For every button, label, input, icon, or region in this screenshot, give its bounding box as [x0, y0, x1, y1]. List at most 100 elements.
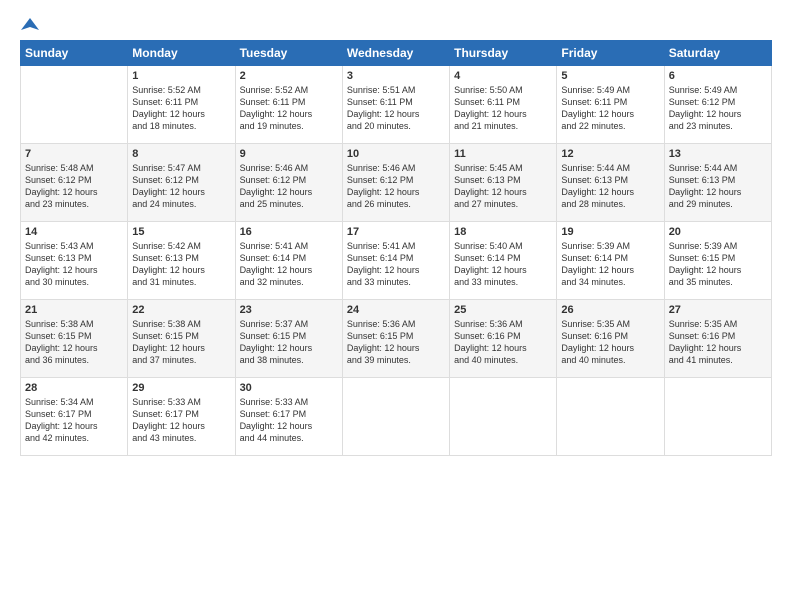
day-number: 7: [25, 148, 123, 160]
header-day-friday: Friday: [557, 41, 664, 66]
calendar-cell: 11 Sunrise: 5:45 AM Sunset: 6:13 PM Dayli…: [450, 144, 557, 222]
cell-content: Sunrise: 5:50 AM Sunset: 6:11 PM Dayligh…: [454, 84, 552, 133]
cell-content: Sunrise: 5:52 AM Sunset: 6:11 PM Dayligh…: [132, 84, 230, 133]
page: SundayMondayTuesdayWednesdayThursdayFrid…: [0, 0, 792, 612]
day-number: 11: [454, 148, 552, 160]
logo-bird-icon: [21, 16, 39, 34]
cell-content: Sunrise: 5:40 AM Sunset: 6:14 PM Dayligh…: [454, 240, 552, 289]
calendar-cell: 25 Sunrise: 5:36 AM Sunset: 6:16 PM Dayli…: [450, 300, 557, 378]
header-day-tuesday: Tuesday: [235, 41, 342, 66]
header-day-sunday: Sunday: [21, 41, 128, 66]
cell-content: Sunrise: 5:42 AM Sunset: 6:13 PM Dayligh…: [132, 240, 230, 289]
day-number: 25: [454, 304, 552, 316]
day-number: 6: [669, 70, 767, 82]
cell-content: Sunrise: 5:49 AM Sunset: 6:11 PM Dayligh…: [561, 84, 659, 133]
calendar-week-row: 14 Sunrise: 5:43 AM Sunset: 6:13 PM Dayli…: [21, 222, 772, 300]
cell-content: Sunrise: 5:44 AM Sunset: 6:13 PM Dayligh…: [669, 162, 767, 211]
day-number: 19: [561, 226, 659, 238]
day-number: 3: [347, 70, 445, 82]
calendar-cell: 6 Sunrise: 5:49 AM Sunset: 6:12 PM Daylig…: [664, 66, 771, 144]
day-number: 9: [240, 148, 338, 160]
calendar-cell: 24 Sunrise: 5:36 AM Sunset: 6:15 PM Dayli…: [342, 300, 449, 378]
header-day-saturday: Saturday: [664, 41, 771, 66]
logo: [20, 16, 40, 30]
cell-content: Sunrise: 5:39 AM Sunset: 6:14 PM Dayligh…: [561, 240, 659, 289]
cell-content: Sunrise: 5:35 AM Sunset: 6:16 PM Dayligh…: [669, 318, 767, 367]
calendar-cell: 19 Sunrise: 5:39 AM Sunset: 6:14 PM Dayli…: [557, 222, 664, 300]
day-number: 1: [132, 70, 230, 82]
calendar-cell: 18 Sunrise: 5:40 AM Sunset: 6:14 PM Dayli…: [450, 222, 557, 300]
day-number: 14: [25, 226, 123, 238]
calendar-table: SundayMondayTuesdayWednesdayThursdayFrid…: [20, 40, 772, 456]
calendar-cell: [342, 378, 449, 456]
calendar-cell: 22 Sunrise: 5:38 AM Sunset: 6:15 PM Dayli…: [128, 300, 235, 378]
calendar-cell: 29Sunrise: 5:33 AM Sunset: 6:17 PM Dayli…: [128, 378, 235, 456]
calendar-cell: 9 Sunrise: 5:46 AM Sunset: 6:12 PM Daylig…: [235, 144, 342, 222]
calendar-cell: 4 Sunrise: 5:50 AM Sunset: 6:11 PM Daylig…: [450, 66, 557, 144]
calendar-cell: [21, 66, 128, 144]
day-number: 24: [347, 304, 445, 316]
day-number: 26: [561, 304, 659, 316]
calendar-cell: 10 Sunrise: 5:46 AM Sunset: 6:12 PM Dayli…: [342, 144, 449, 222]
day-number: 12: [561, 148, 659, 160]
day-number: 4: [454, 70, 552, 82]
calendar-week-row: 28Sunrise: 5:34 AM Sunset: 6:17 PM Dayli…: [21, 378, 772, 456]
calendar-week-row: 1 Sunrise: 5:52 AM Sunset: 6:11 PM Daylig…: [21, 66, 772, 144]
calendar-cell: 15 Sunrise: 5:42 AM Sunset: 6:13 PM Dayli…: [128, 222, 235, 300]
calendar-cell: 7 Sunrise: 5:48 AM Sunset: 6:12 PM Daylig…: [21, 144, 128, 222]
cell-content: Sunrise: 5:48 AM Sunset: 6:12 PM Dayligh…: [25, 162, 123, 211]
cell-content: Sunrise: 5:52 AM Sunset: 6:11 PM Dayligh…: [240, 84, 338, 133]
day-number: 30: [240, 382, 338, 394]
cell-content: Sunrise: 5:33 AM Sunset: 6:17 PM Dayligh…: [240, 396, 338, 445]
cell-content: Sunrise: 5:43 AM Sunset: 6:13 PM Dayligh…: [25, 240, 123, 289]
cell-content: Sunrise: 5:45 AM Sunset: 6:13 PM Dayligh…: [454, 162, 552, 211]
cell-content: Sunrise: 5:49 AM Sunset: 6:12 PM Dayligh…: [669, 84, 767, 133]
day-number: 22: [132, 304, 230, 316]
cell-content: Sunrise: 5:46 AM Sunset: 6:12 PM Dayligh…: [347, 162, 445, 211]
day-number: 29: [132, 382, 230, 394]
header-day-wednesday: Wednesday: [342, 41, 449, 66]
day-number: 10: [347, 148, 445, 160]
cell-content: Sunrise: 5:46 AM Sunset: 6:12 PM Dayligh…: [240, 162, 338, 211]
calendar-cell: 2 Sunrise: 5:52 AM Sunset: 6:11 PM Daylig…: [235, 66, 342, 144]
calendar-cell: 28Sunrise: 5:34 AM Sunset: 6:17 PM Dayli…: [21, 378, 128, 456]
cell-content: Sunrise: 5:38 AM Sunset: 6:15 PM Dayligh…: [132, 318, 230, 367]
calendar-cell: 13 Sunrise: 5:44 AM Sunset: 6:13 PM Dayli…: [664, 144, 771, 222]
calendar-cell: 27 Sunrise: 5:35 AM Sunset: 6:16 PM Dayli…: [664, 300, 771, 378]
calendar-header-row: SundayMondayTuesdayWednesdayThursdayFrid…: [21, 41, 772, 66]
calendar-week-row: 7 Sunrise: 5:48 AM Sunset: 6:12 PM Daylig…: [21, 144, 772, 222]
header-day-monday: Monday: [128, 41, 235, 66]
cell-content: Sunrise: 5:51 AM Sunset: 6:11 PM Dayligh…: [347, 84, 445, 133]
calendar-cell: [557, 378, 664, 456]
calendar-cell: 30 Sunrise: 5:33 AM Sunset: 6:17 PM Dayli…: [235, 378, 342, 456]
day-number: 27: [669, 304, 767, 316]
cell-content: Sunrise: 5:41 AM Sunset: 6:14 PM Dayligh…: [347, 240, 445, 289]
day-number: 17: [347, 226, 445, 238]
day-number: 13: [669, 148, 767, 160]
day-number: 5: [561, 70, 659, 82]
calendar-cell: 23Sunrise: 5:37 AM Sunset: 6:15 PM Dayli…: [235, 300, 342, 378]
cell-content: Sunrise: 5:38 AM Sunset: 6:15 PM Dayligh…: [25, 318, 123, 367]
calendar-cell: 5 Sunrise: 5:49 AM Sunset: 6:11 PM Daylig…: [557, 66, 664, 144]
header: [20, 16, 772, 30]
calendar-cell: 21 Sunrise: 5:38 AM Sunset: 6:15 PM Dayli…: [21, 300, 128, 378]
calendar-cell: 16Sunrise: 5:41 AM Sunset: 6:14 PM Dayli…: [235, 222, 342, 300]
cell-content: Sunrise: 5:36 AM Sunset: 6:16 PM Dayligh…: [454, 318, 552, 367]
calendar-cell: 8Sunrise: 5:47 AM Sunset: 6:12 PM Daylig…: [128, 144, 235, 222]
day-number: 8: [132, 148, 230, 160]
calendar-cell: 17 Sunrise: 5:41 AM Sunset: 6:14 PM Dayli…: [342, 222, 449, 300]
calendar-cell: [450, 378, 557, 456]
header-day-thursday: Thursday: [450, 41, 557, 66]
cell-content: Sunrise: 5:37 AM Sunset: 6:15 PM Dayligh…: [240, 318, 338, 367]
calendar-cell: 14 Sunrise: 5:43 AM Sunset: 6:13 PM Dayli…: [21, 222, 128, 300]
cell-content: Sunrise: 5:36 AM Sunset: 6:15 PM Dayligh…: [347, 318, 445, 367]
cell-content: Sunrise: 5:34 AM Sunset: 6:17 PM Dayligh…: [25, 396, 123, 445]
calendar-cell: [664, 378, 771, 456]
day-number: 20: [669, 226, 767, 238]
day-number: 2: [240, 70, 338, 82]
day-number: 21: [25, 304, 123, 316]
day-number: 18: [454, 226, 552, 238]
calendar-week-row: 21 Sunrise: 5:38 AM Sunset: 6:15 PM Dayli…: [21, 300, 772, 378]
calendar-cell: 20Sunrise: 5:39 AM Sunset: 6:15 PM Dayli…: [664, 222, 771, 300]
day-number: 15: [132, 226, 230, 238]
